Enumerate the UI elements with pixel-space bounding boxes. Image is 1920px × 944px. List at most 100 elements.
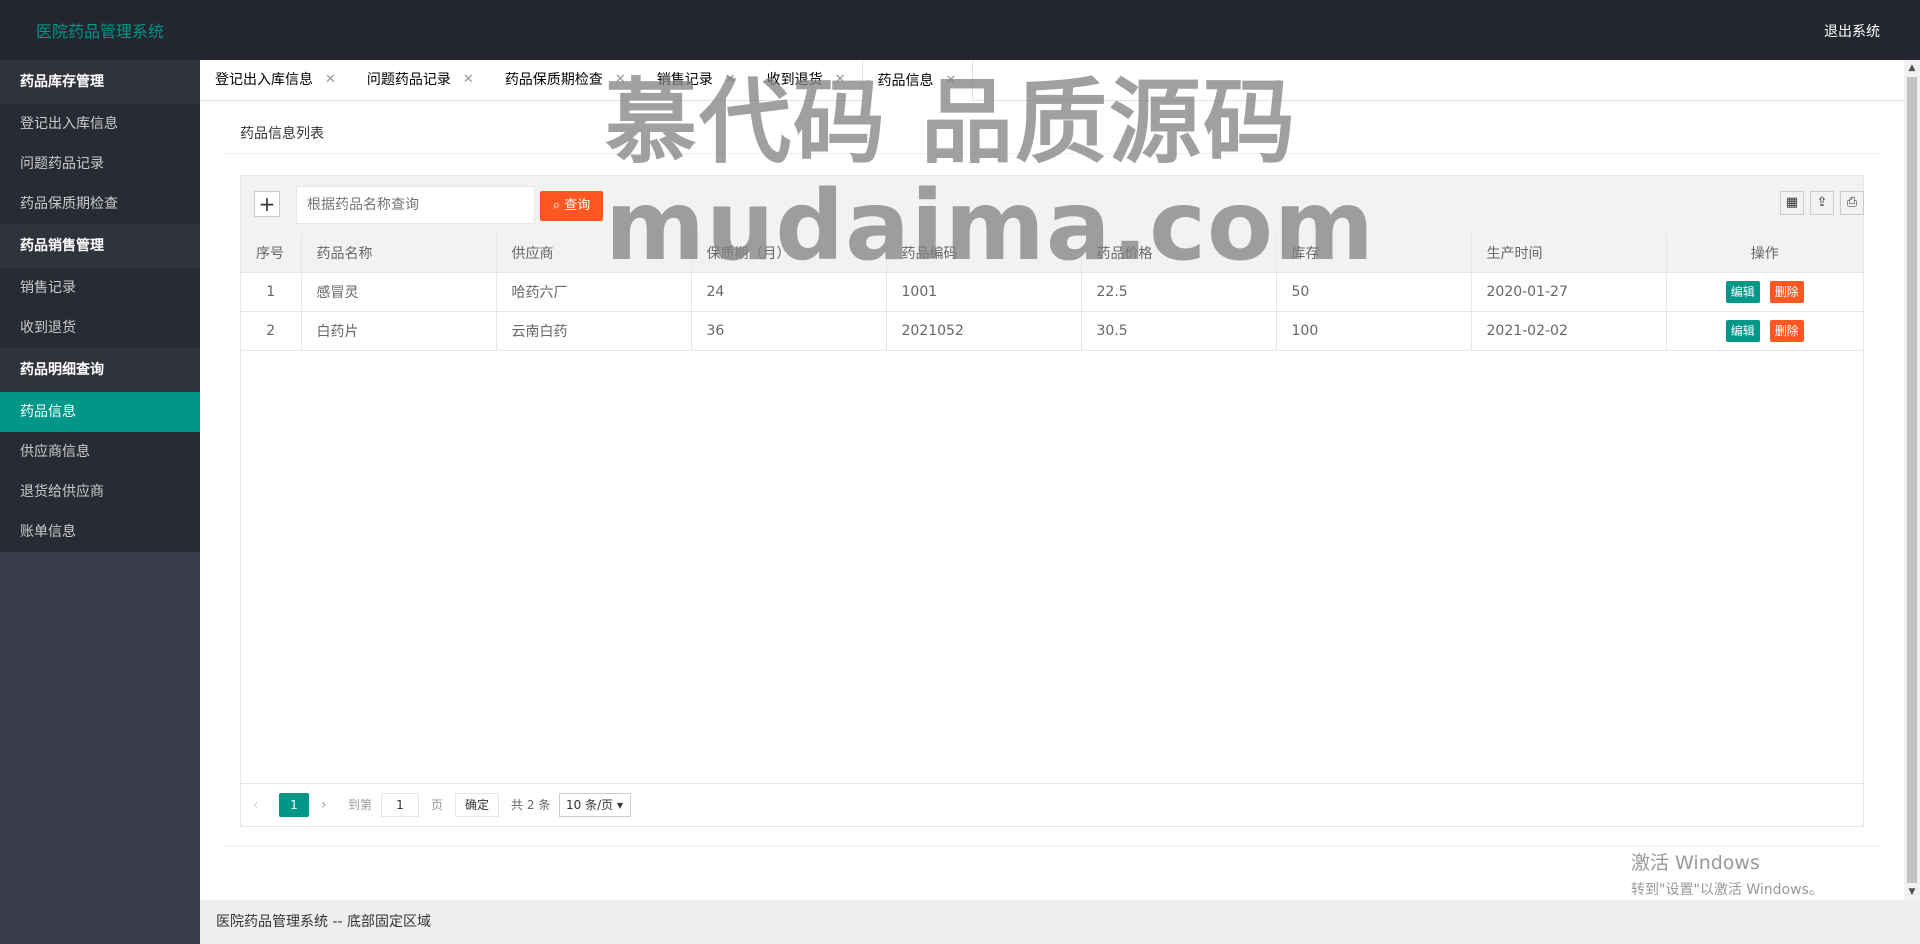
pagination: ‹ 1 › 到第 1 页 确定 共 2 条 10 条/页 ▾ <box>241 783 1863 826</box>
sidebar-item-supplier-info[interactable]: 供应商信息 <box>0 432 200 472</box>
card-title: 药品信息列表 <box>240 126 324 142</box>
prev-page-icon[interactable]: ‹ <box>253 793 259 817</box>
cell-drug-code: 2021052 <box>886 311 1082 351</box>
cell-price: 30.5 <box>1081 311 1277 351</box>
app-logo-title[interactable]: 医院药品管理系统 <box>36 18 164 42</box>
page-size-select[interactable]: 10 条/页 ▾ <box>559 793 631 817</box>
sidebar-item-problem-drugs[interactable]: 问题药品记录 <box>0 144 200 184</box>
cell-production-date: 2020-01-27 <box>1471 272 1667 312</box>
total-count: 共 2 条 <box>511 798 551 812</box>
column-header[interactable]: 序号 <box>241 234 302 273</box>
column-header[interactable]: 保质期（月） <box>691 234 887 273</box>
next-page-icon[interactable]: › <box>321 793 327 817</box>
cell-actions: 编辑 删除 <box>1666 272 1863 312</box>
table-toolbar: + ⌕ 查询 ▦ ⇪ ⎙ <box>241 176 1864 235</box>
close-icon[interactable]: ✕ <box>325 60 336 100</box>
tab-sales-records[interactable]: 销售记录 ✕ <box>642 60 752 100</box>
nav-group-details-items: 药品信息 供应商信息 退货给供应商 账单信息 <box>0 392 200 552</box>
table-row[interactable]: 1 感冒灵 哈药六厂 24 1001 22.5 50 2020-01-27 编辑… <box>241 272 1863 312</box>
column-header[interactable]: 药品名称 <box>301 234 497 273</box>
column-header[interactable]: 库存 <box>1276 234 1472 273</box>
cell-supplier: 哈药六厂 <box>496 272 692 312</box>
cell-shelf-life: 36 <box>691 311 887 351</box>
tab-bar: 登记出入库信息 ✕ 问题药品记录 ✕ 药品保质期检查 ✕ 销售记录 ✕ 收到退货 ✕ 药品… <box>200 60 1904 101</box>
tab-label: 药品信息 <box>877 72 934 89</box>
nav-group-inventory[interactable]: 药品库存管理 <box>0 60 200 104</box>
sidebar: 药品库存管理 登记出入库信息 问题药品记录 药品保质期检查 药品销售管理 销售记… <box>0 60 200 944</box>
tab-returns-received[interactable]: 收到退货 ✕ <box>752 60 862 100</box>
search-input[interactable] <box>296 186 535 224</box>
column-header[interactable]: 生产时间 <box>1471 234 1667 273</box>
cell-index: 1 <box>241 272 302 312</box>
table-row[interactable]: 2 白药片 云南白药 36 2021052 30.5 100 2021-02-0… <box>241 311 1863 351</box>
add-button[interactable]: + <box>254 191 280 217</box>
column-header[interactable]: 药品编码 <box>886 234 1082 273</box>
close-icon[interactable]: ✕ <box>725 60 736 100</box>
logout-link[interactable]: 退出系统 <box>1824 21 1880 41</box>
delete-button[interactable]: 删除 <box>1769 281 1804 303</box>
tab-label: 问题药品记录 <box>366 72 451 88</box>
goto-label: 到第 <box>348 798 373 812</box>
sidebar-item-stock-register[interactable]: 登记出入库信息 <box>0 104 200 144</box>
nav-group-details[interactable]: 药品明细查询 <box>0 348 200 392</box>
cell-shelf-life: 24 <box>691 272 887 312</box>
footer: 医院药品管理系统 -- 底部固定区域 <box>200 900 1920 944</box>
column-header[interactable]: 药品价格 <box>1081 234 1277 273</box>
divider <box>225 153 1879 154</box>
tab-stock-register[interactable]: 登记出入库信息 ✕ <box>200 60 352 100</box>
tab-drug-info[interactable]: 药品信息 ✕ <box>861 60 974 101</box>
page-label: 页 <box>431 798 444 812</box>
cell-drug-code: 1001 <box>886 272 1082 312</box>
top-header: 医院药品管理系统 退出系统 <box>0 0 1920 60</box>
cell-stock: 100 <box>1276 311 1472 351</box>
divider <box>225 845 1879 846</box>
sidebar-item-expiry-check[interactable]: 药品保质期检查 <box>0 184 200 224</box>
table-header-row: 序号 药品名称 供应商 保质期（月） 药品编码 药品价格 库存 生产时间 操作 <box>241 234 1863 273</box>
cell-drug-name: 白药片 <box>301 311 497 351</box>
cell-actions: 编辑 删除 <box>1666 311 1863 351</box>
vertical-scrollbar[interactable]: ▲ ▼ <box>1904 60 1920 900</box>
edit-button[interactable]: 编辑 <box>1725 320 1760 342</box>
tab-problem-drugs[interactable]: 问题药品记录 ✕ <box>352 60 490 100</box>
scroll-up-icon[interactable]: ▲ <box>1904 60 1920 76</box>
sidebar-item-billing-info[interactable]: 账单信息 <box>0 512 200 552</box>
sidebar-item-return-to-supplier[interactable]: 退货给供应商 <box>0 472 200 512</box>
search-button[interactable]: ⌕ 查询 <box>540 191 603 221</box>
edit-button[interactable]: 编辑 <box>1725 281 1760 303</box>
cell-stock: 50 <box>1276 272 1472 312</box>
nav-group-inventory-items: 登记出入库信息 问题药品记录 药品保质期检查 <box>0 104 200 224</box>
goto-page-input[interactable]: 1 <box>381 793 419 817</box>
cell-production-date: 2021-02-02 <box>1471 311 1667 351</box>
search-icon: ⌕ <box>552 198 561 213</box>
tab-label: 药品保质期检查 <box>504 72 603 88</box>
drug-table: 序号 药品名称 供应商 保质期（月） 药品编码 药品价格 库存 生产时间 操作 … <box>241 234 1863 351</box>
goto-confirm-button[interactable]: 确定 <box>455 793 499 817</box>
sidebar-item-drug-info[interactable]: 药品信息 <box>0 392 200 432</box>
export-icon[interactable]: ⇪ <box>1810 191 1834 215</box>
tab-label: 登记出入库信息 <box>215 72 313 88</box>
close-icon[interactable]: ✕ <box>615 60 626 100</box>
cell-drug-name: 感冒灵 <box>301 272 497 312</box>
delete-button[interactable]: 删除 <box>1769 320 1804 342</box>
tab-expiry-check[interactable]: 药品保质期检查 ✕ <box>490 60 642 100</box>
nav-group-sales-items: 销售记录 收到退货 <box>0 268 200 348</box>
tab-label: 收到退货 <box>766 72 823 88</box>
search-button-label: 查询 <box>564 198 591 213</box>
close-icon[interactable]: ✕ <box>835 60 846 100</box>
close-icon[interactable]: ✕ <box>946 61 957 101</box>
column-header: 操作 <box>1666 234 1863 273</box>
close-icon[interactable]: ✕ <box>463 60 474 100</box>
column-header[interactable]: 供应商 <box>496 234 692 273</box>
scroll-down-icon[interactable]: ▼ <box>1904 884 1920 900</box>
cell-index: 2 <box>241 311 302 351</box>
scrollbar-thumb[interactable] <box>1907 77 1917 883</box>
columns-icon[interactable]: ▦ <box>1780 191 1804 215</box>
nav-group-sales[interactable]: 药品销售管理 <box>0 224 200 268</box>
data-table-container: + ⌕ 查询 ▦ ⇪ ⎙ 序号 药品名称 供应商 保质期（月） 药品编码 <box>240 175 1864 827</box>
cell-supplier: 云南白药 <box>496 311 692 351</box>
sidebar-item-returns-received[interactable]: 收到退货 <box>0 308 200 348</box>
page-number-current[interactable]: 1 <box>279 793 309 817</box>
page-size-value: 10 条/页 <box>566 798 614 812</box>
sidebar-item-sales-records[interactable]: 销售记录 <box>0 268 200 308</box>
print-icon[interactable]: ⎙ <box>1840 191 1864 215</box>
